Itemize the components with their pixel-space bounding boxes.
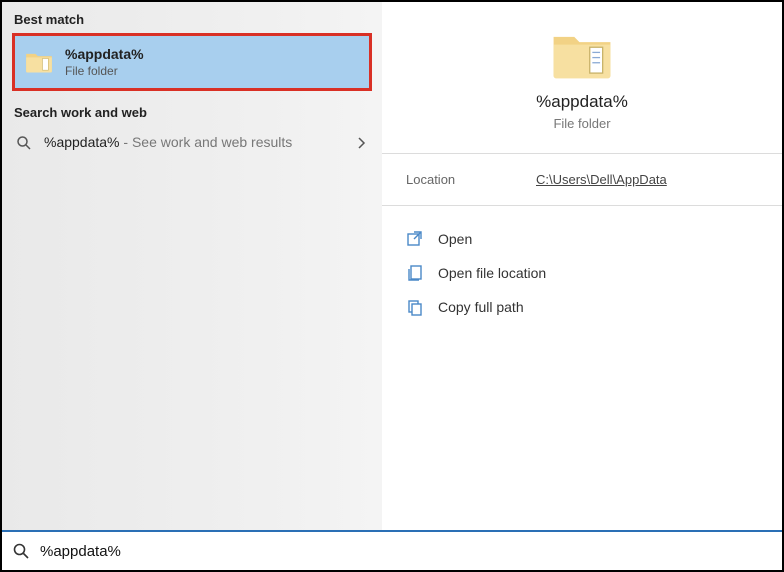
chevron-right-icon <box>356 137 368 149</box>
web-result-text: %appdata% - See work and web results <box>44 134 292 152</box>
action-label: Copy full path <box>438 299 524 315</box>
web-result-item[interactable]: %appdata% - See work and web results <box>2 124 382 162</box>
detail-title: %appdata% <box>536 92 628 112</box>
location-label: Location <box>406 172 536 187</box>
web-query: %appdata% <box>44 134 120 150</box>
best-match-text: %appdata% File folder <box>65 46 144 78</box>
search-icon <box>16 135 32 151</box>
app-body: Best match %appdata% File folder Search … <box>2 2 782 530</box>
result-subtitle: File folder <box>65 64 144 78</box>
detail-header: %appdata% File folder <box>382 28 782 153</box>
open-icon <box>406 230 424 248</box>
search-icon <box>12 542 30 560</box>
detail-panel: %appdata% File folder Location C:\Users\… <box>382 2 782 530</box>
search-web-label: Search work and web <box>2 99 382 124</box>
open-action[interactable]: Open <box>406 222 758 256</box>
actions-list: Open Open file location Copy full path <box>382 206 782 340</box>
result-title: %appdata% <box>65 46 144 62</box>
location-row: Location C:\Users\Dell\AppData <box>382 154 782 205</box>
search-bar[interactable] <box>2 530 782 570</box>
action-label: Open <box>438 231 472 247</box>
detail-subtitle: File folder <box>553 116 610 131</box>
action-label: Open file location <box>438 265 546 281</box>
search-input[interactable] <box>40 543 772 560</box>
folder-icon <box>551 28 613 82</box>
best-match-item[interactable]: %appdata% File folder <box>12 33 372 91</box>
location-value[interactable]: C:\Users\Dell\AppData <box>536 172 667 187</box>
folder-icon <box>25 50 53 74</box>
copy-icon <box>406 298 424 316</box>
results-panel: Best match %appdata% File folder Search … <box>2 2 382 530</box>
best-match-label: Best match <box>2 6 382 31</box>
web-hint: - See work and web results <box>120 134 293 150</box>
open-location-icon <box>406 264 424 282</box>
open-location-action[interactable]: Open file location <box>406 256 758 290</box>
copy-path-action[interactable]: Copy full path <box>406 290 758 324</box>
